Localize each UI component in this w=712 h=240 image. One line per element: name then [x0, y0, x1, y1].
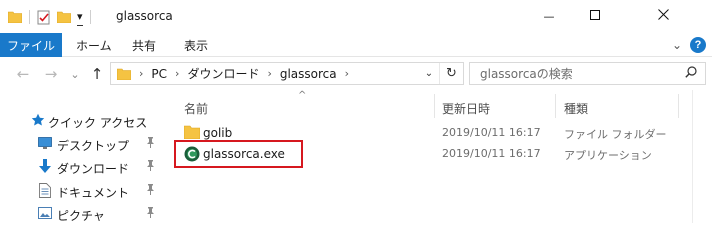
breadcrumb-downloads[interactable]: ダウンロード: [187, 65, 259, 82]
file-list: ^ 名前 更新日時 種類 golib 2019/10/11 16:17 ファイル…: [170, 90, 712, 223]
breadcrumb-separator[interactable]: ›: [139, 67, 143, 80]
breadcrumb-glassorca[interactable]: glassorca: [280, 67, 337, 81]
search-input[interactable]: glassorcaの検索: [480, 65, 685, 82]
folder-icon: [117, 68, 131, 80]
breadcrumb-separator[interactable]: ›: [267, 67, 271, 80]
file-type: アプリケーション: [564, 149, 652, 162]
download-icon: [38, 159, 52, 174]
tab-file[interactable]: ファイル: [0, 33, 62, 57]
ribbon-tabs: ファイル ホーム 共有 表示 ⌄ ?: [0, 33, 712, 57]
tab-home[interactable]: ホーム: [76, 33, 112, 57]
close-button[interactable]: [640, 0, 686, 32]
nav-item-desktop[interactable]: デスクトップ: [0, 133, 170, 155]
forward-arrow-icon[interactable]: →: [42, 65, 60, 83]
toolbar-separator: [29, 10, 30, 24]
nav-item-label: ピクチャ: [57, 209, 105, 223]
refresh-icon[interactable]: ↻: [439, 63, 463, 84]
breadcrumb-pc[interactable]: PC: [151, 67, 167, 81]
file-date: 2019/10/11 16:17: [442, 147, 541, 160]
breadcrumb-separator[interactable]: ›: [175, 67, 179, 80]
column-divider[interactable]: [434, 94, 435, 118]
ribbon-controls: ⌄ ?: [672, 37, 706, 53]
pin-icon[interactable]: [146, 184, 155, 198]
breadcrumb-separator[interactable]: ›: [345, 67, 349, 80]
pin-icon[interactable]: [146, 137, 155, 151]
window-title: glassorca: [116, 9, 173, 23]
pin-icon[interactable]: [146, 207, 155, 221]
search-icon[interactable]: [685, 66, 697, 81]
maximize-icon: [590, 9, 600, 23]
help-icon[interactable]: ?: [690, 37, 706, 53]
quick-access-toolbar: ▾: [8, 8, 98, 26]
back-arrow-icon[interactable]: ←: [14, 65, 32, 83]
close-icon: [657, 9, 669, 23]
folder-icon: [8, 8, 22, 26]
nav-item-label: ドキュメント: [57, 186, 130, 200]
search-box[interactable]: glassorcaの検索: [469, 62, 706, 85]
tab-view[interactable]: 表示: [184, 33, 208, 57]
nav-item-label: クイック アクセス: [48, 116, 148, 130]
minimize-icon: —: [543, 9, 555, 23]
nav-item-label: ダウンロード: [57, 162, 130, 176]
nav-item-pictures[interactable]: ピクチャ: [0, 203, 170, 225]
star-icon: [31, 113, 45, 127]
recent-locations-icon[interactable]: ⌄: [66, 65, 84, 83]
address-dropdown-icon[interactable]: ⌄: [421, 63, 437, 84]
up-arrow-icon[interactable]: ↑: [88, 65, 106, 83]
address-bar[interactable]: › PC › ダウンロード › glassorca › ⌄ ↻: [110, 62, 464, 85]
properties-icon[interactable]: [37, 8, 51, 26]
highlight-box: [174, 140, 303, 168]
pin-icon[interactable]: [146, 160, 155, 174]
nav-item-documents[interactable]: ドキュメント: [0, 180, 170, 202]
column-divider[interactable]: [678, 94, 679, 118]
document-icon: [39, 183, 51, 198]
file-date: 2019/10/11 16:17: [442, 126, 541, 139]
nav-item-label: デスクトップ: [57, 139, 130, 153]
file-type: ファイル フォルダー: [564, 128, 667, 141]
new-folder-icon[interactable]: [57, 8, 71, 26]
maximize-button[interactable]: [572, 0, 618, 32]
tab-share[interactable]: 共有: [132, 33, 156, 57]
navigation-pane: クイック アクセス デスクトップ ダウンロード ドキュメント ピクチャ: [0, 90, 170, 223]
column-header-name[interactable]: 名前: [184, 98, 208, 118]
picture-icon: [38, 207, 52, 219]
desktop-icon: [38, 137, 52, 150]
nav-item-quick-access[interactable]: クイック アクセス: [0, 110, 170, 132]
customize-toolbar-button[interactable]: ▾: [77, 8, 83, 26]
nav-item-downloads[interactable]: ダウンロード: [0, 156, 170, 178]
column-divider[interactable]: [555, 94, 556, 118]
scrollbar-track[interactable]: [692, 90, 712, 223]
minimize-button[interactable]: —: [526, 0, 572, 32]
column-header-type[interactable]: 種類: [564, 98, 588, 118]
title-bar: ▾ glassorca —: [0, 0, 712, 33]
folder-icon: [183, 125, 201, 141]
file-name: golib: [203, 126, 233, 140]
column-header-date[interactable]: 更新日時: [442, 98, 490, 118]
expand-ribbon-icon[interactable]: ⌄: [672, 38, 682, 52]
toolbar-separator: [89, 10, 91, 24]
sort-ascending-icon: ^: [298, 90, 307, 101]
